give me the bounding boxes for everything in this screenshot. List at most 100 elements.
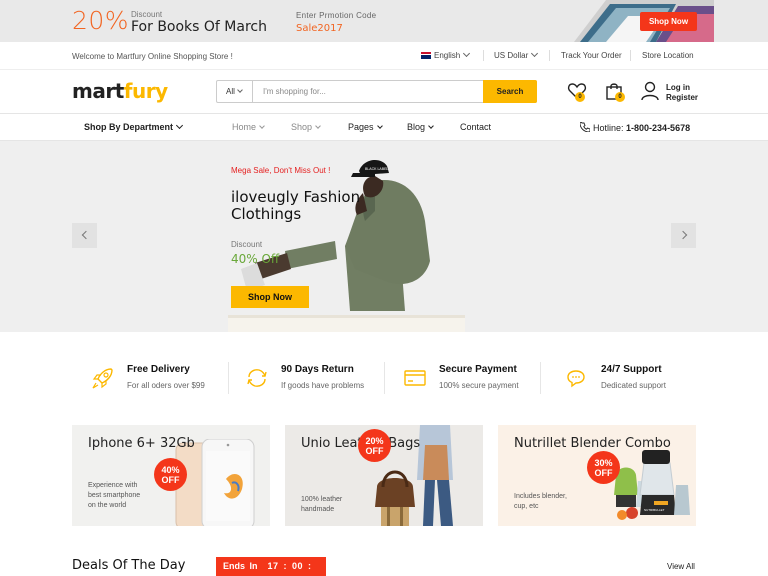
card-description: Experience with best smartphone on the w… — [88, 481, 140, 511]
shop-by-department-menu[interactable]: Shop By Department — [84, 121, 184, 132]
nav-item-label: Shop — [291, 122, 313, 132]
top-bar: Welcome to Martfury Online Shopping Stor… — [0, 42, 768, 70]
feature-title: 24/7 Support — [601, 364, 662, 375]
feature-subtitle: Dedicated support — [601, 381, 666, 390]
promo-code: Sale2017 — [296, 23, 343, 34]
feature-title: Free Delivery — [127, 364, 190, 375]
logo-part-mart: mart — [72, 79, 124, 103]
divider — [630, 50, 631, 61]
phone-icon — [579, 121, 591, 133]
feature-free-delivery: Free Delivery For all oders over $99 — [91, 364, 231, 394]
feature-subtitle: If goods have problems — [281, 381, 365, 390]
slider-prev-arrow-icon[interactable] — [72, 223, 97, 248]
nav-item-shop[interactable]: Shop — [291, 122, 321, 132]
search-button[interactable]: Search — [483, 80, 537, 103]
hero-discount-label: Discount — [231, 240, 263, 249]
blender-image: NUTRIBULLET — [614, 450, 690, 520]
feature-secure-payment: Secure Payment 100% secure payment — [403, 364, 543, 394]
feature-subtitle: 100% secure payment — [439, 381, 519, 390]
card-description: 100% leather handmade — [301, 495, 342, 515]
track-order-link[interactable]: Track Your Order — [561, 51, 622, 60]
promo-shop-now-button[interactable]: Shop Now — [640, 12, 697, 31]
chevron-down-icon — [376, 123, 383, 129]
card-desc-line: on the world — [88, 502, 127, 509]
hotline: Hotline: 1-800-234-5678 — [579, 121, 691, 133]
slider-next-arrow-icon[interactable] — [671, 223, 696, 248]
account-links: Log in Register — [666, 83, 698, 103]
divider — [549, 50, 550, 61]
welcome-text: Welcome to Martfury Online Shopping Stor… — [72, 52, 233, 61]
promo-banner: 20% Discount For Books Of March Enter Pr… — [0, 0, 768, 42]
badge-off: OFF — [161, 475, 180, 485]
refresh-icon — [247, 369, 267, 387]
currency-select[interactable]: US Dollar — [494, 49, 539, 60]
discount-badge: 30% OFF — [587, 451, 620, 484]
main-nav: Shop By Department Home Shop Pages Blog … — [0, 113, 768, 141]
blender-brand-text: NUTRIBULLET — [644, 508, 665, 512]
user-icon[interactable] — [641, 81, 659, 101]
badge-off: OFF — [365, 446, 384, 456]
site-logo[interactable]: martfury — [72, 79, 168, 103]
divider — [540, 362, 541, 394]
search-bar: All Search — [216, 80, 537, 103]
discount-badge: 40% OFF — [154, 458, 187, 491]
view-all-link[interactable]: View All — [667, 562, 695, 571]
promo-card-iphone[interactable]: Iphone 6+ 32Gb Experience with best smar… — [72, 425, 270, 526]
nav-item-contact[interactable]: Contact — [460, 122, 491, 132]
card-desc-line: Experience with — [88, 482, 138, 489]
feature-subtitle: For all oders over $99 — [127, 381, 205, 390]
badge-percent: 20% — [365, 436, 384, 446]
card-title: Nutrillet Blender Combo — [514, 436, 671, 451]
nav-item-blog[interactable]: Blog — [407, 122, 434, 132]
countdown-timer: Ends In17 : 00 : 30 — [216, 557, 326, 576]
currency-label: US Dollar — [494, 51, 529, 60]
badge-percent: 40% — [161, 465, 180, 475]
card-description: Includes blender, cup, etc — [514, 492, 567, 512]
nav-item-pages[interactable]: Pages — [348, 122, 383, 132]
chevron-down-icon — [531, 49, 539, 58]
register-link[interactable]: Register — [666, 93, 698, 103]
cart-button[interactable]: 0 — [604, 81, 625, 103]
hero-shop-now-button[interactable]: Shop Now — [231, 286, 309, 308]
hero-title: iloveugly Fashion Clothings — [231, 188, 361, 223]
store-location-link[interactable]: Store Location — [642, 51, 694, 60]
discount-badge: 20% OFF — [358, 429, 391, 462]
card-title: Iphone 6+ 32Gb — [88, 436, 195, 451]
search-category-label: All — [226, 87, 235, 96]
nav-item-label: Blog — [407, 122, 426, 132]
chevron-down-icon — [259, 123, 265, 129]
language-select[interactable]: English — [421, 49, 471, 60]
promo-percent: 20% — [72, 6, 130, 35]
feature-title: Secure Payment — [439, 364, 517, 375]
wishlist-button[interactable]: 0 — [567, 81, 587, 103]
feature-title: 90 Days Return — [281, 364, 354, 375]
ends-in-label: Ends In — [223, 561, 258, 571]
promo-headline: For Books Of March — [131, 19, 267, 35]
hotline-label: Hotline: — [593, 123, 624, 133]
promo-card-blender[interactable]: NUTRIBULLET Nutrillet Blender Combo Incl… — [498, 425, 696, 526]
card-desc-line: best smartphone — [88, 492, 141, 499]
language-label: English — [434, 51, 461, 60]
nav-item-label: Home — [232, 122, 257, 132]
card-desc-line: 100% leather — [301, 496, 343, 503]
nav-item-home[interactable]: Home — [232, 122, 265, 132]
hero-discount-value: 40% Off — [231, 252, 280, 266]
nav-item-label: Pages — [348, 122, 374, 132]
badge-percent: 30% — [594, 458, 613, 468]
chat-icon — [567, 370, 585, 388]
divider — [228, 362, 229, 394]
deals-title: Deals Of The Day — [72, 558, 186, 573]
cart-count-badge: 0 — [615, 92, 625, 102]
promo-card-leather-bags[interactable]: Unio Leather Bags 100% leather handmade … — [285, 425, 483, 526]
chevron-down-icon — [463, 49, 471, 58]
badge-off: OFF — [594, 468, 613, 478]
search-input[interactable] — [257, 83, 477, 100]
chevron-down-icon — [428, 123, 434, 129]
promo-code-label: Enter Prmotion Code — [296, 11, 377, 20]
login-link[interactable]: Log in — [666, 83, 698, 93]
card-desc-line: Includes blender, — [514, 493, 567, 500]
promo-discount-label: Discount — [131, 10, 163, 19]
hotline-number: 1-800-234-5678 — [626, 123, 691, 133]
search-category-select[interactable]: All — [217, 81, 253, 102]
uk-flag-icon — [421, 52, 431, 60]
